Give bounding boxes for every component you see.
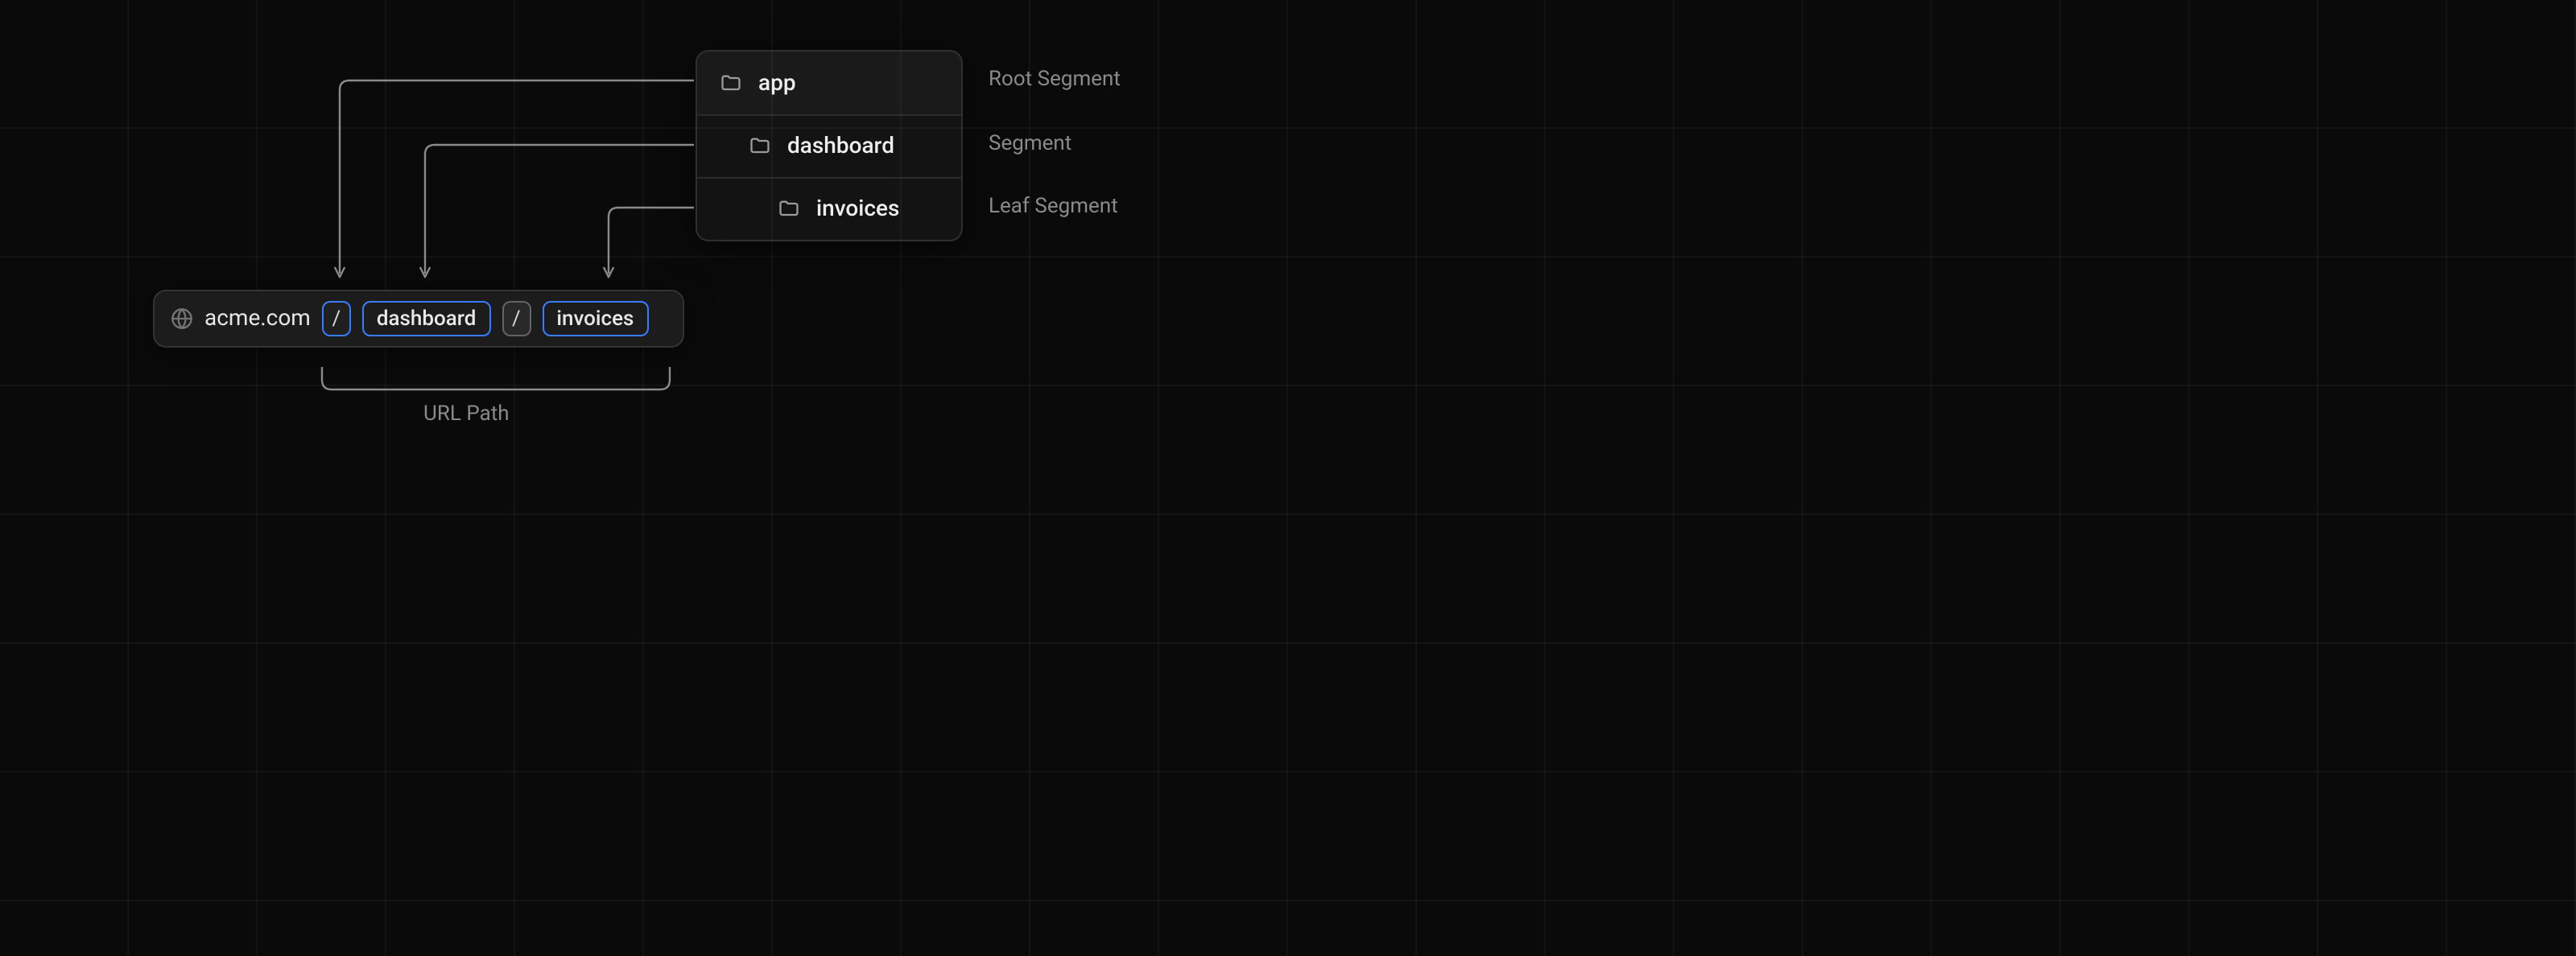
tree-row-root: app <box>697 52 961 114</box>
tree-row-label: dashboard <box>787 134 894 159</box>
folder-icon <box>720 72 742 94</box>
tree-row-label: invoices <box>816 196 899 222</box>
folder-icon <box>749 135 771 158</box>
folder-tree: app dashboard invoices <box>696 50 963 241</box>
globe-icon <box>171 307 193 330</box>
label-segment: Segment <box>989 132 1071 156</box>
url-segment-invoices: invoices <box>542 301 648 336</box>
url-bar: acme.com / dashboard / invoices <box>153 290 684 348</box>
folder-icon <box>778 198 800 220</box>
url-segment-dashboard: dashboard <box>362 301 491 336</box>
connector-lines <box>0 0 2576 956</box>
label-leaf-segment: Leaf Segment <box>989 195 1118 219</box>
url-slash: / <box>502 301 530 336</box>
tree-row-segment: dashboard <box>697 114 961 177</box>
label-root-segment: Root Segment <box>989 68 1121 92</box>
url-slash-root: / <box>322 301 351 336</box>
tree-row-label: app <box>758 70 796 96</box>
tree-row-leaf: invoices <box>697 177 961 240</box>
url-path-caption: URL Path <box>423 402 510 426</box>
url-domain: acme.com <box>204 306 311 332</box>
